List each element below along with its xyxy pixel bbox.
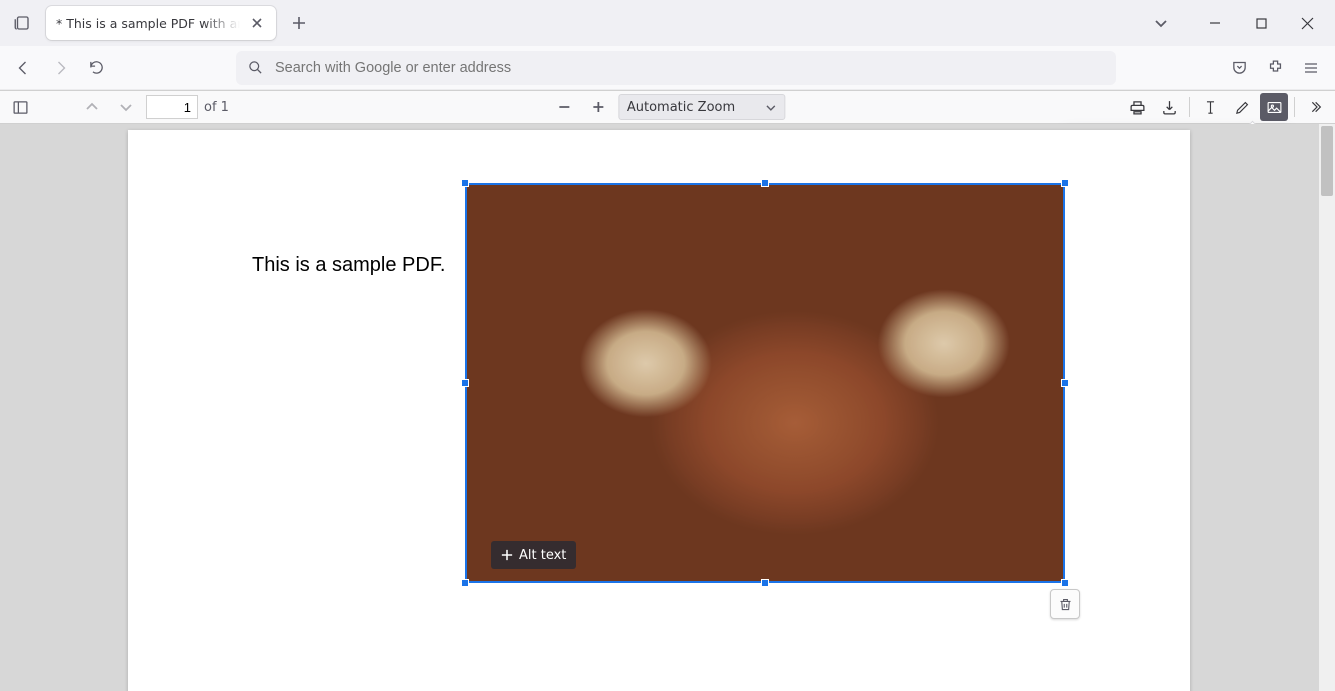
close-window-button[interactable]	[1285, 8, 1329, 38]
tab-close-button[interactable]	[248, 14, 266, 32]
forward-button[interactable]	[44, 52, 76, 84]
resize-handle-nw[interactable]	[461, 179, 469, 187]
pdf-page[interactable]: This is a sample PDF. Alt text	[128, 130, 1190, 691]
close-icon	[251, 17, 263, 29]
pdf-toolbar: of 1 Automatic Zoom	[0, 90, 1335, 124]
plus-icon	[292, 16, 306, 30]
search-icon	[248, 60, 263, 75]
pdf-viewer[interactable]: This is a sample PDF. Alt text	[0, 124, 1335, 691]
back-button[interactable]	[8, 52, 40, 84]
tab-strip: * This is a sample PDF with an imag	[0, 0, 1335, 46]
recent-browsing-button[interactable]	[6, 7, 38, 39]
extensions-icon	[1267, 59, 1284, 76]
resize-handle-s[interactable]	[761, 579, 769, 587]
resize-handle-e[interactable]	[1061, 379, 1069, 387]
zoom-out-button[interactable]	[550, 93, 578, 121]
delete-image-button[interactable]	[1050, 589, 1080, 619]
extensions-button[interactable]	[1259, 52, 1291, 84]
print-button[interactable]	[1123, 93, 1151, 121]
more-tools-button[interactable]	[1301, 93, 1329, 121]
download-button[interactable]	[1155, 93, 1183, 121]
chevron-down-icon	[765, 102, 776, 113]
reload-icon	[88, 59, 105, 76]
pocket-icon	[1231, 59, 1248, 76]
scrollbar-thumb[interactable]	[1321, 126, 1333, 196]
resize-handle-se[interactable]	[1061, 579, 1069, 587]
separator	[1294, 97, 1295, 117]
zoom-select[interactable]: Automatic Zoom	[618, 94, 785, 120]
minimize-icon	[1209, 17, 1221, 29]
zoom-select-label: Automatic Zoom	[627, 100, 735, 115]
toggle-sidebar-button[interactable]	[6, 93, 34, 121]
page-number-input[interactable]	[146, 95, 198, 119]
zoom-in-button[interactable]	[584, 93, 612, 121]
draw-icon	[1234, 99, 1251, 116]
next-page-button[interactable]	[112, 93, 140, 121]
resize-handle-w[interactable]	[461, 379, 469, 387]
image-icon	[1266, 99, 1283, 116]
back-icon	[15, 59, 33, 77]
draw-tool-button[interactable]	[1228, 93, 1256, 121]
selection-border	[465, 183, 1065, 583]
browser-tab[interactable]: * This is a sample PDF with an imag	[46, 6, 276, 40]
menu-icon	[1303, 60, 1319, 76]
maximize-icon	[1256, 18, 1267, 29]
plus-icon	[501, 549, 513, 561]
minus-icon	[557, 100, 571, 114]
address-bar[interactable]	[236, 51, 1116, 85]
chevron-down-icon	[1154, 16, 1168, 30]
document-text: This is a sample PDF.	[252, 254, 445, 277]
download-icon	[1161, 99, 1178, 116]
tabs-overview-button[interactable]	[1145, 7, 1177, 39]
page-count-label: of 1	[204, 100, 229, 115]
reload-button[interactable]	[80, 52, 112, 84]
resize-handle-n[interactable]	[761, 179, 769, 187]
text-icon	[1202, 99, 1219, 116]
separator	[1189, 97, 1190, 117]
plus-icon	[591, 100, 605, 114]
print-icon	[1129, 99, 1146, 116]
resize-handle-sw[interactable]	[461, 579, 469, 587]
window-controls	[1193, 8, 1329, 38]
selected-image[interactable]: Alt text	[465, 183, 1065, 583]
maximize-button[interactable]	[1239, 8, 1283, 38]
prev-page-button[interactable]	[78, 93, 106, 121]
pocket-button[interactable]	[1223, 52, 1255, 84]
trash-icon	[1058, 597, 1073, 612]
alt-text-button[interactable]: Alt text	[491, 541, 576, 569]
close-icon	[1301, 17, 1314, 30]
recent-icon	[13, 14, 31, 32]
resize-handle-ne[interactable]	[1061, 179, 1069, 187]
more-icon	[1307, 99, 1323, 115]
app-menu-button[interactable]	[1295, 52, 1327, 84]
text-tool-button[interactable]	[1196, 93, 1224, 121]
address-input[interactable]	[273, 59, 1104, 77]
new-tab-button[interactable]	[284, 8, 314, 38]
nav-toolbar	[0, 46, 1335, 90]
alt-text-label: Alt text	[519, 548, 566, 563]
down-icon	[119, 100, 133, 114]
forward-icon	[51, 59, 69, 77]
minimize-button[interactable]	[1193, 8, 1237, 38]
scrollbar-track[interactable]	[1319, 124, 1335, 691]
sidebar-icon	[12, 99, 29, 116]
up-icon	[85, 100, 99, 114]
image-tool-button[interactable]	[1260, 93, 1288, 121]
tab-title: * This is a sample PDF with an imag	[56, 16, 240, 31]
